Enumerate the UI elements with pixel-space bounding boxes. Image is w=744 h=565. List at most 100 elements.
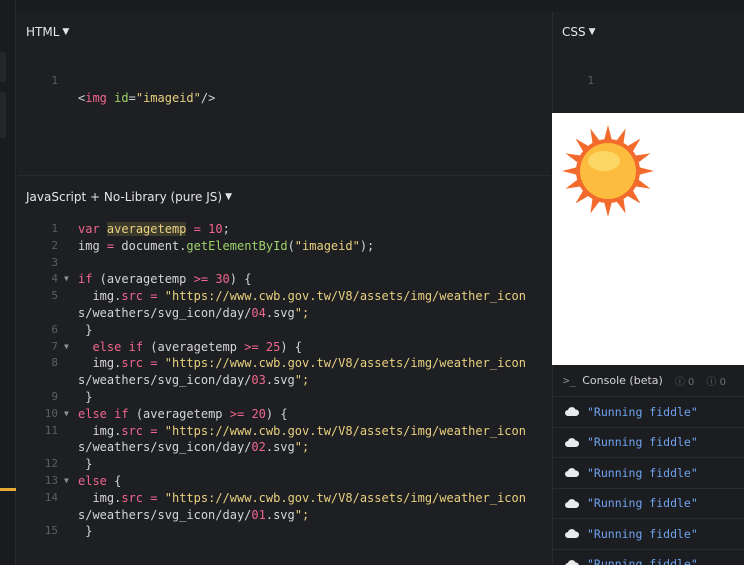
console-message: "Running fiddle": [587, 526, 698, 541]
console-header[interactable]: >_ Console (beta) ⓘ 0 ⓘ 0: [553, 365, 744, 397]
js-panel-label: JavaScript + No-Library (pure JS): [26, 190, 223, 204]
cloud-icon: [565, 437, 579, 447]
code-line: 12 }: [17, 456, 551, 473]
line-text: <img id="imageid"/>: [78, 90, 216, 105]
line-number: 9: [51, 389, 58, 403]
code-line: s/weathers/svg_icon/day/03.svg";: [17, 372, 551, 389]
html-panel[interactable]: HTML ▼ 1 <img id="imageid"/>: [17, 12, 551, 176]
line-text: img.src = "https://www.cwb.gov.tw/V8/ass…: [78, 289, 526, 304]
js-panel[interactable]: JavaScript + No-Library (pure JS) ▼ 1 var…: [17, 177, 551, 565]
line-number: 5: [51, 289, 58, 303]
line-number: 4: [51, 272, 58, 286]
code-line: s/weathers/svg_icon/day/02.svg";: [17, 439, 551, 456]
css-panel-label: CSS: [562, 25, 586, 39]
console-log-row: "Running fiddle": [553, 397, 744, 428]
code-line: 8 img.src = "https://www.cwb.gov.tw/V8/a…: [17, 355, 551, 372]
code-line: 9 }: [17, 389, 551, 406]
code-line: 11 img.src = "https://www.cwb.gov.tw/V8/…: [17, 423, 551, 440]
code-line: 15 }: [17, 523, 551, 540]
console-log-row: "Running fiddle": [553, 428, 744, 458]
line-text: img = document.getElementById("imageid")…: [78, 238, 375, 253]
line-text: img.src = "https://www.cwb.gov.tw/V8/ass…: [78, 490, 526, 505]
sidebar-resize-accent[interactable]: [0, 488, 16, 491]
line-text: img.src = "https://www.cwb.gov.tw/V8/ass…: [78, 356, 526, 371]
code-line: 1 var averagetemp = 10;: [17, 221, 551, 238]
console-log-row: "Running fiddle": [553, 458, 744, 489]
console-log-row: "Running fiddle": [553, 550, 744, 565]
code-line: 3: [17, 255, 551, 272]
console-message: "Running fiddle": [587, 496, 698, 511]
code-line: 10 ▼ else if (averagetemp >= 20) {: [17, 406, 551, 423]
line-number: 12: [44, 457, 58, 471]
fold-toggle-icon[interactable]: ▼: [64, 339, 69, 356]
sidebar-block: [0, 92, 6, 138]
sun-ray: [603, 200, 613, 217]
code-line: 5 img.src = "https://www.cwb.gov.tw/V8/a…: [17, 288, 551, 305]
code-line: s/weathers/svg_icon/day/04.svg";: [17, 305, 551, 322]
top-strip: [17, 0, 744, 12]
code-line: s/weathers/svg_icon/day/01.svg";: [17, 507, 551, 524]
sun-ray: [562, 166, 579, 176]
console-message: "Running fiddle": [587, 557, 698, 565]
caret-down-icon[interactable]: ▼: [62, 27, 69, 37]
html-editor[interactable]: 1 <img id="imageid"/>: [17, 56, 551, 105]
console-panel[interactable]: >_ Console (beta) ⓘ 0 ⓘ 0 "Running fiddl…: [552, 365, 744, 565]
line-text: }: [78, 389, 93, 404]
fold-toggle-icon[interactable]: ▼: [64, 271, 69, 288]
line-text: }: [78, 322, 93, 337]
line-number: 1: [51, 222, 58, 235]
css-editor[interactable]: 1: [553, 56, 744, 87]
result-frame[interactable]: [552, 113, 744, 365]
cloud-icon: [565, 559, 579, 565]
css-panel[interactable]: CSS ▼ 1: [552, 12, 744, 112]
code-line: 6 }: [17, 322, 551, 339]
line-text: s/weathers/svg_icon/day/01.svg";: [78, 507, 310, 522]
console-log-row: "Running fiddle": [553, 519, 744, 550]
fold-toggle-icon[interactable]: ▼: [64, 473, 69, 490]
line-number: 15: [44, 524, 58, 538]
cloud-icon: [565, 468, 579, 478]
code-line: 14 img.src = "https://www.cwb.gov.tw/V8/…: [17, 490, 551, 507]
js-editor[interactable]: 1 var averagetemp = 10; 2 img = document.ge…: [17, 221, 551, 540]
console-message: "Running fiddle": [587, 435, 698, 450]
line-text: var averagetemp = 10;: [78, 222, 230, 236]
line-text: s/weathers/svg_icon/day/04.svg";: [78, 305, 310, 320]
line-text: img.src = "https://www.cwb.gov.tw/V8/ass…: [78, 423, 526, 438]
line-number: 3: [51, 255, 58, 269]
line-text: else if (averagetemp >= 25) {: [92, 339, 303, 354]
code-line: 7 ▼ else if (averagetemp >= 25) {: [17, 339, 551, 356]
fold-toggle-icon[interactable]: ▼: [64, 406, 69, 423]
console-message: "Running fiddle": [587, 404, 698, 419]
caret-down-icon[interactable]: ▼: [589, 27, 596, 37]
caret-down-icon[interactable]: ▼: [225, 192, 232, 202]
line-number: 6: [51, 322, 58, 336]
html-panel-title[interactable]: HTML ▼: [26, 25, 69, 39]
line-text: }: [78, 457, 93, 472]
left-sidebar: [0, 0, 16, 565]
sun-icon: [562, 125, 654, 217]
code-line: 4 ▼ if (averagetemp >= 30) {: [17, 271, 551, 288]
warn-count-badge: ⓘ 0: [706, 377, 726, 388]
line-number: 8: [51, 356, 58, 370]
warn-count: 0: [719, 377, 726, 388]
line-number: 2: [51, 238, 58, 252]
console-log-row: "Running fiddle": [553, 489, 744, 519]
sun-ray: [637, 166, 654, 176]
js-panel-title[interactable]: JavaScript + No-Library (pure JS) ▼: [26, 190, 232, 204]
line-text: else {: [78, 473, 122, 488]
line-number: 1: [51, 73, 58, 87]
cloud-icon: [565, 498, 579, 508]
css-panel-title[interactable]: CSS ▼: [562, 25, 596, 39]
sidebar-block: [0, 52, 6, 82]
info-count: 0: [688, 377, 695, 388]
console-title: Console (beta): [582, 374, 663, 387]
line-number: 10: [44, 406, 58, 420]
line-text: else if (averagetemp >= 20) {: [78, 406, 288, 421]
line-text: }: [78, 524, 93, 539]
code-line: 1 <img id="imageid"/>: [17, 56, 551, 105]
console-log-list: "Running fiddle" "Running fiddle" "Running…: [553, 397, 744, 565]
cloud-icon: [565, 529, 579, 539]
code-line: 2 img = document.getElementById("imageid"…: [17, 238, 551, 255]
cloud-icon: [565, 407, 579, 417]
line-text: s/weathers/svg_icon/day/03.svg";: [78, 373, 310, 388]
